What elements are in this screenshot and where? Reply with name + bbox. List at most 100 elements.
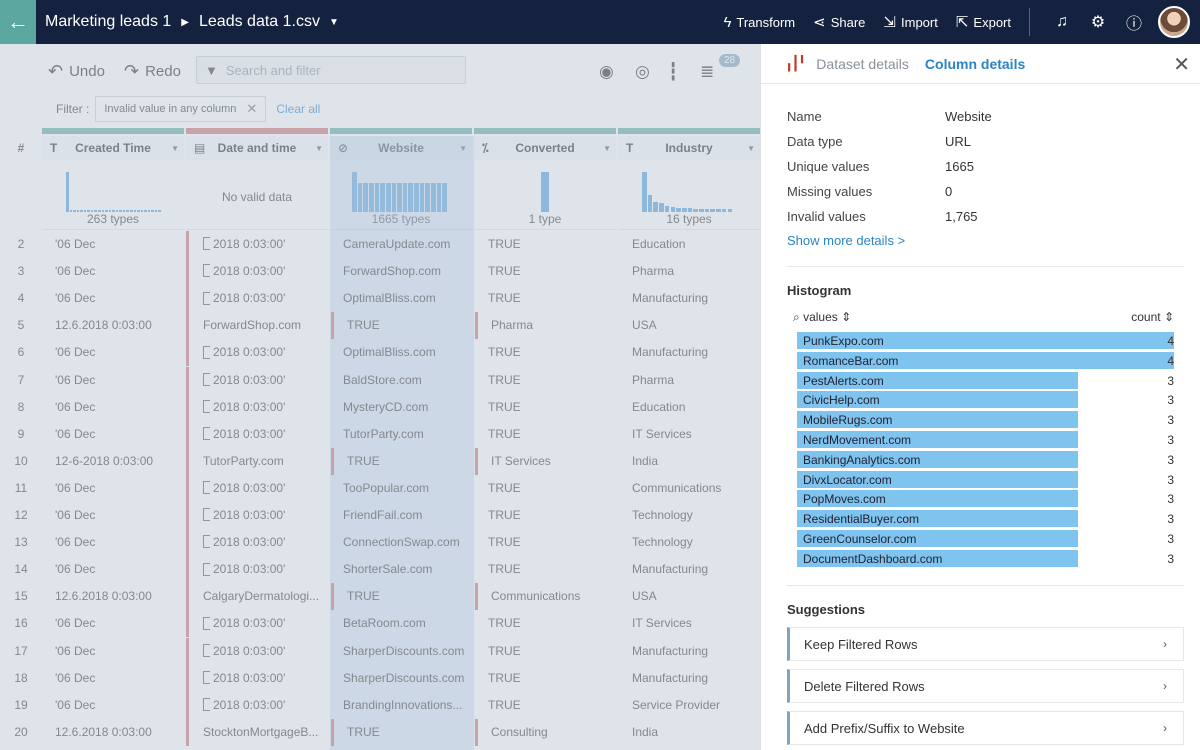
column-header[interactable]: T Created Time ▼ bbox=[42, 136, 184, 160]
suggestion-item[interactable]: Keep Filtered Rows › bbox=[787, 627, 1184, 661]
suggestion-item[interactable]: Delete Filtered Rows › bbox=[787, 669, 1184, 703]
chevron-down-icon[interactable]: ▼ bbox=[171, 144, 179, 153]
cell-date-and-time[interactable]: 2018 0:03:00' bbox=[203, 231, 327, 258]
column-histogram[interactable]: 1 type bbox=[474, 160, 616, 230]
cell-website[interactable]: BetaRoom.com bbox=[343, 610, 469, 637]
cell-created-time[interactable]: '06 Dec bbox=[55, 421, 183, 448]
histogram-item[interactable]: RomanceBar.com 4 bbox=[797, 351, 1174, 371]
cell-date-and-time[interactable]: 2018 0:03:00' bbox=[203, 475, 327, 502]
chevron-down-icon[interactable]: ▼ bbox=[315, 144, 323, 153]
cell-website[interactable]: OptimalBliss.com bbox=[343, 339, 469, 366]
table-row[interactable]: 16 '06 Dec 2018 0:03:00' BetaRoom.com TRUE IT… bbox=[0, 610, 760, 638]
clear-all-link[interactable]: Clear all bbox=[276, 102, 320, 116]
cell-industry[interactable]: Manufacturing bbox=[632, 339, 758, 366]
cell-converted[interactable]: Pharma bbox=[491, 312, 617, 339]
chevron-down-icon[interactable]: ▼ bbox=[747, 144, 755, 153]
cell-date-and-time[interactable]: CalgaryDermatologi... bbox=[203, 583, 327, 610]
avatar[interactable] bbox=[1158, 6, 1190, 38]
cell-industry[interactable]: India bbox=[632, 719, 758, 746]
cell-created-time[interactable]: '06 Dec bbox=[55, 367, 183, 394]
column-header[interactable]: ▤ Date and time ▼ bbox=[186, 136, 328, 160]
histogram-item[interactable]: DivxLocator.com 3 bbox=[797, 470, 1174, 490]
bell-icon[interactable]: ♫ bbox=[1044, 13, 1080, 31]
cell-industry[interactable]: Pharma bbox=[632, 258, 758, 285]
column-histogram[interactable]: No valid data bbox=[186, 160, 328, 230]
filter-chip[interactable]: Invalid value in any column ✕ bbox=[95, 96, 267, 122]
cell-website[interactable]: ShorterSale.com bbox=[343, 556, 469, 583]
cell-converted[interactable]: TRUE bbox=[488, 665, 614, 692]
cell-created-time[interactable]: '06 Dec bbox=[55, 638, 183, 665]
cell-created-time[interactable]: '06 Dec bbox=[55, 502, 183, 529]
table-row[interactable]: 4 '06 Dec 2018 0:03:00' OptimalBliss.com TRU… bbox=[0, 285, 760, 313]
cell-industry[interactable]: Technology bbox=[632, 529, 758, 556]
cell-created-time[interactable]: '06 Dec bbox=[55, 339, 183, 366]
table-row[interactable]: 11 '06 Dec 2018 0:03:00' TooPopular.com TRUE… bbox=[0, 474, 760, 502]
cell-industry[interactable]: Manufacturing bbox=[632, 638, 758, 665]
cell-date-and-time[interactable]: 2018 0:03:00' bbox=[203, 421, 327, 448]
histogram-item[interactable]: MobileRugs.com 3 bbox=[797, 410, 1174, 430]
cell-date-and-time[interactable]: 2018 0:03:00' bbox=[203, 610, 327, 637]
cell-date-and-time[interactable]: 2018 0:03:00' bbox=[203, 339, 327, 366]
table-row[interactable]: 15 12.6.2018 0:03:00 CalgaryDermatologi...… bbox=[0, 583, 760, 611]
cell-industry[interactable]: Service Provider bbox=[632, 692, 758, 719]
cell-website[interactable]: SharperDiscounts.com bbox=[343, 665, 469, 692]
table-row[interactable]: 9 '06 Dec 2018 0:03:00' TutorParty.com TRUE I… bbox=[0, 420, 760, 448]
cell-converted[interactable]: TRUE bbox=[488, 475, 614, 502]
cell-converted[interactable]: TRUE bbox=[488, 285, 614, 312]
histogram-item[interactable]: CivicHelp.com 3 bbox=[797, 390, 1174, 410]
column-header[interactable]: T Industry ▼ bbox=[618, 136, 760, 160]
cell-created-time[interactable]: '06 Dec bbox=[55, 692, 183, 719]
histogram-item[interactable]: DocumentDashboard.com 3 bbox=[797, 549, 1174, 567]
table-row[interactable]: 8 '06 Dec 2018 0:03:00' MysteryCD.com TRUE Ed… bbox=[0, 393, 760, 421]
count-sort[interactable]: count ⇕ bbox=[1131, 310, 1174, 325]
table-row[interactable]: 2 '06 Dec 2018 0:03:00' CameraUpdate.com TRU… bbox=[0, 231, 760, 258]
cell-created-time[interactable]: 12.6.2018 0:03:00 bbox=[55, 719, 183, 746]
chart-icon[interactable]: ┇ bbox=[668, 62, 678, 82]
chevron-down-icon[interactable]: ▼ bbox=[329, 17, 339, 28]
cell-created-time[interactable]: 12.6.2018 0:03:00 bbox=[55, 312, 183, 339]
cell-website[interactable]: SharperDiscounts.com bbox=[343, 638, 469, 665]
cell-created-time[interactable]: '06 Dec bbox=[55, 610, 183, 637]
cell-converted[interactable]: TRUE bbox=[488, 610, 614, 637]
table-row[interactable]: 10 12-6-2018 0:03:00 TutorParty.com TRUE IT … bbox=[0, 447, 760, 475]
values-sort[interactable]: ⌕ values ⇕ bbox=[793, 310, 851, 325]
cell-created-time[interactable]: '06 Dec bbox=[55, 665, 183, 692]
cell-website[interactable]: ConnectionSwap.com bbox=[343, 529, 469, 556]
cell-industry[interactable]: Education bbox=[632, 231, 758, 258]
table-row[interactable]: 13 '06 Dec 2018 0:03:00' ConnectionSwap.com… bbox=[0, 529, 760, 557]
export-button[interactable]: ⇱ Export bbox=[956, 13, 1011, 31]
cell-created-time[interactable]: '06 Dec bbox=[55, 556, 183, 583]
table-row[interactable]: 7 '06 Dec 2018 0:03:00' BaldStore.com TRUE Ph… bbox=[0, 366, 760, 394]
cell-date-and-time[interactable]: 2018 0:03:00' bbox=[203, 638, 327, 665]
cell-created-time[interactable]: 12-6-2018 0:03:00 bbox=[55, 448, 183, 475]
cell-website[interactable]: ForwardShop.com bbox=[343, 258, 469, 285]
back-button[interactable]: ← bbox=[0, 0, 36, 44]
column-histogram[interactable]: 16 types bbox=[618, 160, 760, 230]
cell-date-and-time[interactable]: TutorParty.com bbox=[203, 448, 327, 475]
cell-date-and-time[interactable]: 2018 0:03:00' bbox=[203, 665, 327, 692]
transform-button[interactable]: ϟ Transform bbox=[723, 14, 795, 31]
cell-website[interactable]: BaldStore.com bbox=[343, 367, 469, 394]
cell-created-time[interactable]: '06 Dec bbox=[55, 258, 183, 285]
table-row[interactable]: 19 '06 Dec 2018 0:03:00' BrandingInnovation… bbox=[0, 691, 760, 719]
cell-converted[interactable]: TRUE bbox=[488, 258, 614, 285]
cell-industry[interactable]: USA bbox=[632, 583, 758, 610]
cell-date-and-time[interactable]: 2018 0:03:00' bbox=[203, 556, 327, 583]
cell-industry[interactable]: Education bbox=[632, 394, 758, 421]
help-icon[interactable]: ⓘ bbox=[1116, 10, 1152, 34]
cell-converted[interactable]: TRUE bbox=[488, 692, 614, 719]
cell-industry[interactable]: Technology bbox=[632, 502, 758, 529]
table-row[interactable]: 3 '06 Dec 2018 0:03:00' ForwardShop.com TRUE… bbox=[0, 258, 760, 286]
cell-industry[interactable]: Manufacturing bbox=[632, 285, 758, 312]
cell-industry[interactable]: IT Services bbox=[632, 421, 758, 448]
cell-website[interactable]: TRUE bbox=[347, 719, 473, 746]
cell-converted[interactable]: TRUE bbox=[488, 367, 614, 394]
cell-date-and-time[interactable]: 2018 0:03:00' bbox=[203, 367, 327, 394]
breadcrumb-dataset[interactable]: Leads data 1.csv bbox=[199, 13, 320, 31]
chevron-down-icon[interactable]: ▼ bbox=[603, 144, 611, 153]
cell-date-and-time[interactable]: 2018 0:03:00' bbox=[203, 529, 327, 556]
cell-converted[interactable]: TRUE bbox=[488, 556, 614, 583]
cell-website[interactable]: BrandingInnovations... bbox=[343, 692, 469, 719]
import-button[interactable]: ⇲ Import bbox=[883, 13, 937, 31]
tab-column-details[interactable]: Column details bbox=[925, 56, 1025, 72]
